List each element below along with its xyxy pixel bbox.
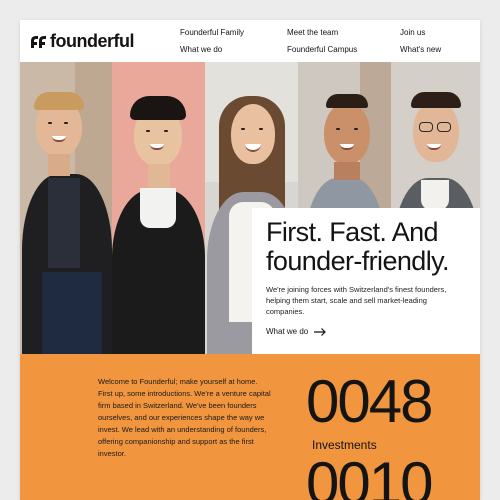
team-photo-strip: First. Fast. And founder-friendly. We're… (20, 62, 480, 354)
arrow-right-icon (314, 327, 327, 336)
logo-link[interactable]: founderful (29, 31, 134, 52)
stat-second-value: 0010 (306, 450, 433, 500)
page: founderful Founderful Family Meet the te… (20, 20, 480, 500)
founderful-logo-icon (31, 35, 46, 48)
team-photo-1 (20, 62, 112, 354)
intro-section: Welcome to Founderful; make yourself at … (20, 354, 480, 500)
hero-title: First. Fast. And founder-friendly. (266, 218, 468, 276)
hero-description: We're joining forces with Switzerland's … (266, 285, 447, 316)
brand-name: founderful (50, 31, 134, 51)
what-we-do-link[interactable]: What we do (266, 327, 468, 336)
site-header: founderful Founderful Family Meet the te… (20, 20, 480, 62)
hero-title-line-2: founder-friendly. (266, 246, 450, 276)
hero-title-line-1: First. Fast. And (266, 217, 439, 247)
nav-what-we-do[interactable]: What we do (180, 45, 222, 54)
nav-join-us[interactable]: Join us (400, 28, 425, 37)
team-photo-2 (112, 62, 205, 354)
nav-founderful-family[interactable]: Founderful Family (180, 28, 244, 37)
intro-text: Welcome to Founderful; make yourself at … (98, 377, 271, 458)
cta-label: What we do (266, 327, 309, 336)
hero-card: First. Fast. And founder-friendly. We're… (252, 208, 480, 354)
nav-meet-the-team[interactable]: Meet the team (287, 28, 338, 37)
nav-founderful-campus[interactable]: Founderful Campus (287, 45, 357, 54)
stat-investments-value: 0048 (306, 368, 433, 435)
nav-whats-new[interactable]: What's new (400, 45, 441, 54)
